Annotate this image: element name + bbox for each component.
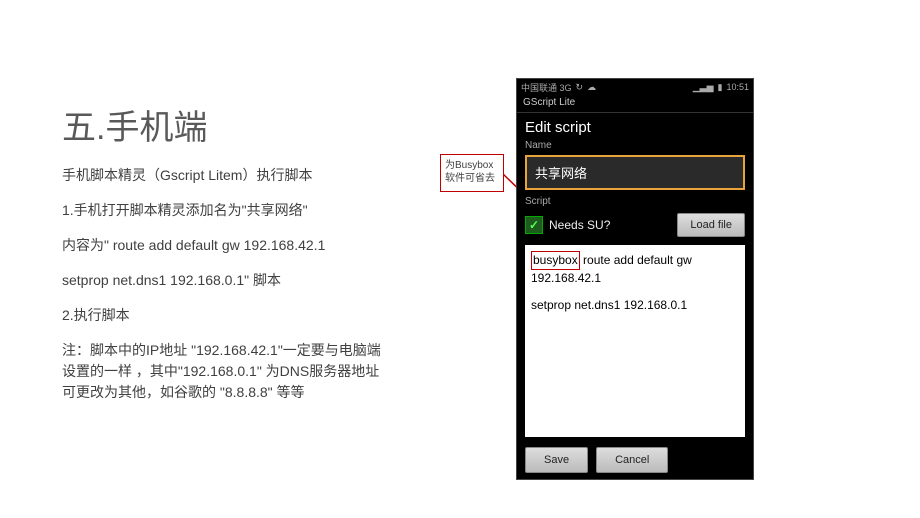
left-text-column: 五.手机端 手机脚本精灵（Gscript Litem）执行脚本 1.手机打开脚本… bbox=[62, 100, 392, 417]
callout-text: 为Busybox软件可省去 bbox=[445, 160, 495, 184]
checkmark-icon: ✓ bbox=[529, 218, 539, 232]
sync-icon: ↻ bbox=[576, 82, 584, 93]
cancel-button[interactable]: Cancel bbox=[596, 447, 668, 473]
phone-screenshot: 中国联通 3G ↻ ☁ ▁▃▅ ▮ 10:51 GScript Lite Edi… bbox=[516, 78, 754, 480]
screen-title: Edit script bbox=[517, 113, 753, 138]
signal-icon: ▁▃▅ bbox=[693, 82, 714, 93]
load-file-button[interactable]: Load file bbox=[677, 213, 745, 237]
script-line-2: setprop net.dns1 192.168.0.1 bbox=[531, 297, 739, 314]
paragraph-step1: 1.手机打开脚本精灵添加名为"共享网络" bbox=[62, 200, 392, 221]
status-right: ▁▃▅ ▮ 10:51 bbox=[693, 82, 749, 93]
name-label: Name bbox=[517, 138, 753, 153]
callout-box: 为Busybox软件可省去 bbox=[440, 154, 504, 192]
paragraph-content1: 内容为" route add default gw 192.168.42.1 bbox=[62, 235, 392, 256]
clock-text: 10:51 bbox=[726, 82, 749, 92]
save-button[interactable]: Save bbox=[525, 447, 588, 473]
needs-su-label: Needs SU? bbox=[549, 218, 610, 232]
needs-su-checkbox-wrap[interactable]: ✓ Needs SU? bbox=[525, 216, 610, 234]
status-left: 中国联通 3G ↻ ☁ bbox=[521, 81, 596, 94]
paragraph-note: 注：脚本中的IP地址 "192.168.42.1"一定要与电脑端设置的一样 ，其… bbox=[62, 340, 392, 403]
app-title: GScript Lite bbox=[517, 95, 753, 113]
paragraph-intro: 手机脚本精灵（Gscript Litem）执行脚本 bbox=[62, 165, 392, 186]
name-input[interactable]: 共享网络 bbox=[525, 155, 745, 190]
battery-icon: ▮ bbox=[718, 82, 723, 93]
script-textarea[interactable]: busybox route add default gw 192.168.42.… bbox=[525, 245, 745, 437]
script-label: Script bbox=[517, 194, 753, 209]
page-title: 五.手机端 bbox=[62, 100, 392, 149]
paragraph-step2: 2.执行脚本 bbox=[62, 305, 392, 326]
bottom-buttons: Save Cancel bbox=[517, 441, 753, 479]
status-bar: 中国联通 3G ↻ ☁ ▁▃▅ ▮ 10:51 bbox=[517, 79, 753, 95]
options-row: ✓ Needs SU? Load file bbox=[525, 213, 745, 237]
carrier-text: 中国联通 3G bbox=[521, 81, 572, 94]
cloud-icon: ☁ bbox=[587, 82, 596, 93]
busybox-highlight: busybox bbox=[531, 251, 580, 270]
script-line-1: busybox route add default gw 192.168.42.… bbox=[531, 251, 739, 287]
paragraph-content2: setprop net.dns1 192.168.0.1" 脚本 bbox=[62, 270, 392, 291]
checkbox-icon: ✓ bbox=[525, 216, 543, 234]
